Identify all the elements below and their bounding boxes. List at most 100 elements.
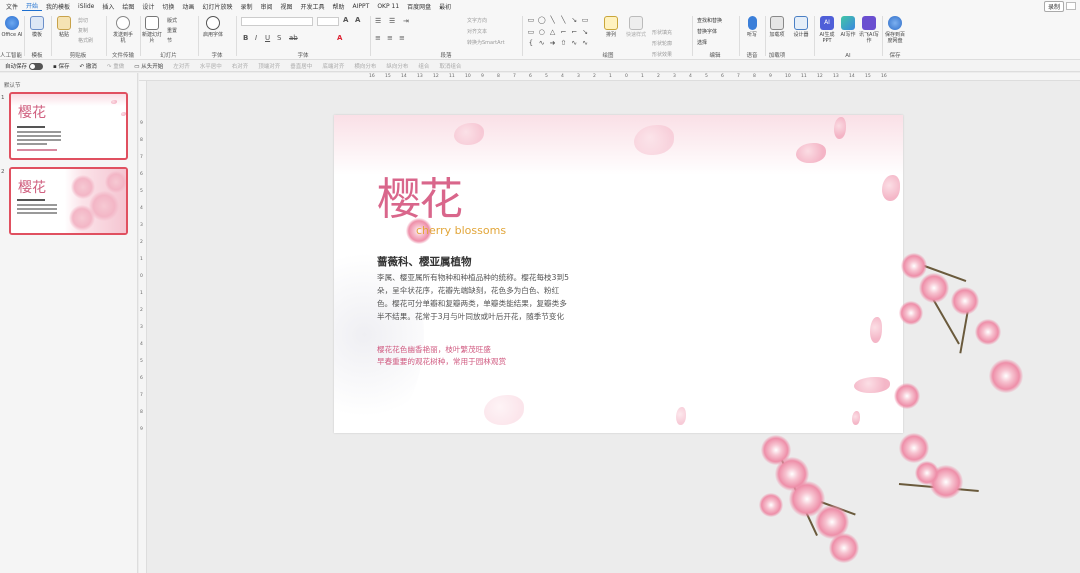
circle-shape-icon[interactable]: ○: [537, 27, 547, 38]
connector-shape-icon[interactable]: ⌐: [558, 27, 568, 38]
from-start-button[interactable]: ▭ 从头开始: [129, 62, 168, 70]
ai-ppt-button[interactable]: AI AI生成PPT: [816, 16, 838, 44]
undo-button[interactable]: ↶ 撤消: [75, 62, 102, 70]
replace-font-button[interactable]: 替换字体: [697, 28, 717, 35]
connector3-shape-icon[interactable]: ↘: [580, 27, 590, 38]
menu-view[interactable]: 视图: [276, 2, 296, 11]
curve3-shape-icon[interactable]: ∿: [580, 38, 590, 49]
center-button[interactable]: 水平居中: [195, 62, 227, 70]
menu-okp[interactable]: OKP 11: [373, 3, 403, 10]
copy-button[interactable]: 复制: [78, 27, 88, 34]
addins-button[interactable]: 加载项: [766, 16, 788, 38]
bold-button[interactable]: B: [243, 34, 248, 42]
template-button[interactable]: 模板: [26, 16, 48, 38]
autosave-toggle[interactable]: 自动保存: [0, 62, 48, 70]
oval-shape-icon[interactable]: ◯: [537, 15, 547, 26]
font-name-combo[interactable]: [241, 17, 313, 26]
save-baidu-button[interactable]: 保存到百度网盘: [884, 16, 906, 44]
menu-slideshow[interactable]: 幻灯片放映: [198, 2, 236, 11]
rect3-shape-icon[interactable]: ▭: [526, 27, 536, 38]
curve2-shape-icon[interactable]: ∿: [569, 38, 579, 49]
record-button[interactable]: 录制: [1043, 0, 1064, 12]
rect-shape-icon[interactable]: ▭: [526, 15, 536, 26]
cut-button[interactable]: 剪切: [78, 17, 88, 24]
align-left-icon[interactable]: ≡: [375, 34, 381, 42]
font-color-button[interactable]: A: [337, 34, 342, 42]
triangle-shape-icon[interactable]: △: [548, 27, 558, 38]
dictate-button[interactable]: 听写: [741, 16, 763, 38]
find-replace-button[interactable]: 查找和替换: [697, 17, 722, 24]
section-button[interactable]: 节: [167, 37, 172, 44]
numbering-icon[interactable]: ☰: [389, 17, 395, 25]
shape-effect-button[interactable]: 形状效果: [652, 51, 672, 58]
align-right-button[interactable]: 右对齐: [227, 62, 254, 70]
menu-file[interactable]: 文件: [2, 2, 22, 11]
middle-align-button[interactable]: 垂直居中: [285, 62, 317, 70]
menu-draw[interactable]: 绘图: [118, 2, 138, 11]
distribute-v-button[interactable]: 纵向分布: [381, 62, 413, 70]
slide-thumbnail-2[interactable]: 樱花: [9, 167, 128, 235]
restore-icon[interactable]: [1066, 2, 1076, 10]
align-right-icon[interactable]: ≡: [399, 34, 405, 42]
menu-animations[interactable]: 动画: [178, 2, 198, 11]
connector2-shape-icon[interactable]: ⌐: [569, 27, 579, 38]
quick-style-button[interactable]: 快速样式: [625, 16, 647, 38]
slide-heading[interactable]: 蔷薇科、樱亚属植物: [377, 254, 472, 269]
brace-shape-icon[interactable]: {: [526, 38, 536, 49]
menu-baidu[interactable]: 百度网盘: [403, 2, 435, 11]
bullets-icon[interactable]: ☰: [375, 17, 381, 25]
reset-button[interactable]: 重置: [167, 27, 177, 34]
menu-help[interactable]: 帮助: [329, 2, 349, 11]
section-header[interactable]: 默认节: [4, 81, 21, 89]
arrow-shape-icon[interactable]: ↘: [569, 15, 579, 26]
use-font-button[interactable]: 启用字体: [202, 16, 224, 38]
menu-insert[interactable]: 插入: [98, 2, 118, 11]
underline-button[interactable]: U: [265, 34, 270, 42]
slide-body-text[interactable]: 李属、樱亚属所有物种和种植品种的统称。樱花每枝3到5朵，呈伞状花序，花瓣先端缺刻…: [377, 271, 572, 323]
menu-developer[interactable]: 开发工具: [297, 2, 329, 11]
align-center-icon[interactable]: ≡: [387, 34, 393, 42]
format-painter-button[interactable]: 格式刷: [78, 37, 93, 44]
slide-thumbnail-1[interactable]: 樱花: [9, 92, 128, 160]
menu-review[interactable]: 审阅: [256, 2, 276, 11]
shadow-button[interactable]: S: [277, 34, 281, 42]
top-align-button[interactable]: 顶端对齐: [253, 62, 285, 70]
slide-quote[interactable]: 樱花花色幽香艳丽，枝叶繁茂旺盛 早春重要的观花树种，常用于园林观赏: [377, 344, 577, 368]
smartart-button[interactable]: 转换为SmartArt: [467, 39, 505, 46]
shapes-gallery[interactable]: ▭ ◯ ╲ ╲ ↘ ▭ ▭ ○ △ ⌐ ⌐ ↘ {∿ ➜ ⇧ ∿ ∿: [526, 15, 590, 49]
group-button[interactable]: 组合: [413, 62, 434, 70]
slide-canvas[interactable]: 16 15 14 13 12 11 10 9 8 7 6 5 4 3 2 1 0 1 2 3 4 5 6 7 8 9 10 11 12 1…: [139, 73, 1080, 573]
bottom-align-button[interactable]: 底端对齐: [317, 62, 349, 70]
italic-button[interactable]: I: [255, 34, 257, 42]
arrow2-shape-icon[interactable]: ➜: [548, 38, 558, 49]
shape-fill-button[interactable]: 形状填充: [652, 29, 672, 36]
menu-home[interactable]: 开始: [22, 1, 43, 11]
menu-aippt[interactable]: AIPPT: [349, 3, 374, 10]
shape-outline-button[interactable]: 形状轮廓: [652, 40, 672, 47]
redo-button[interactable]: ↷ 重做: [102, 62, 129, 70]
menu-record[interactable]: 录制: [236, 2, 256, 11]
designer-button[interactable]: 设计器: [790, 16, 812, 38]
curve-shape-icon[interactable]: ∿: [537, 38, 547, 49]
font-size-combo[interactable]: [317, 17, 339, 26]
shrink-font-icon[interactable]: A: [355, 16, 360, 24]
select-button[interactable]: 选择: [697, 39, 707, 46]
ungroup-button[interactable]: 取消组合: [434, 62, 466, 70]
slide[interactable]: 樱花 cherry blossoms 蔷薇科、樱亚属植物 李属、樱亚属所有物种和…: [334, 115, 903, 433]
layout-button[interactable]: 版式: [167, 17, 177, 24]
office-ai-button[interactable]: Office AI: [1, 16, 23, 38]
slide-subtitle[interactable]: cherry blossoms: [416, 224, 506, 237]
text-direction-button[interactable]: 文字方向: [467, 17, 487, 24]
save-button[interactable]: ▪ 保存: [48, 62, 75, 70]
line-shape-icon[interactable]: ╲: [548, 15, 558, 26]
menu-my-templates[interactable]: 我的模板: [42, 2, 74, 11]
align-left-button[interactable]: 左对齐: [168, 62, 195, 70]
line2-shape-icon[interactable]: ╲: [558, 15, 568, 26]
ai-write-button[interactable]: AI写作: [837, 16, 859, 38]
menu-design[interactable]: 设计: [138, 2, 158, 11]
menu-last[interactable]: 最初: [435, 2, 455, 11]
menu-transitions[interactable]: 切换: [158, 2, 178, 11]
new-slide-button[interactable]: 新建幻灯片: [141, 16, 163, 44]
xfyun-button[interactable]: 讯飞AI写作: [858, 16, 880, 44]
distribute-h-button[interactable]: 横向分布: [349, 62, 381, 70]
